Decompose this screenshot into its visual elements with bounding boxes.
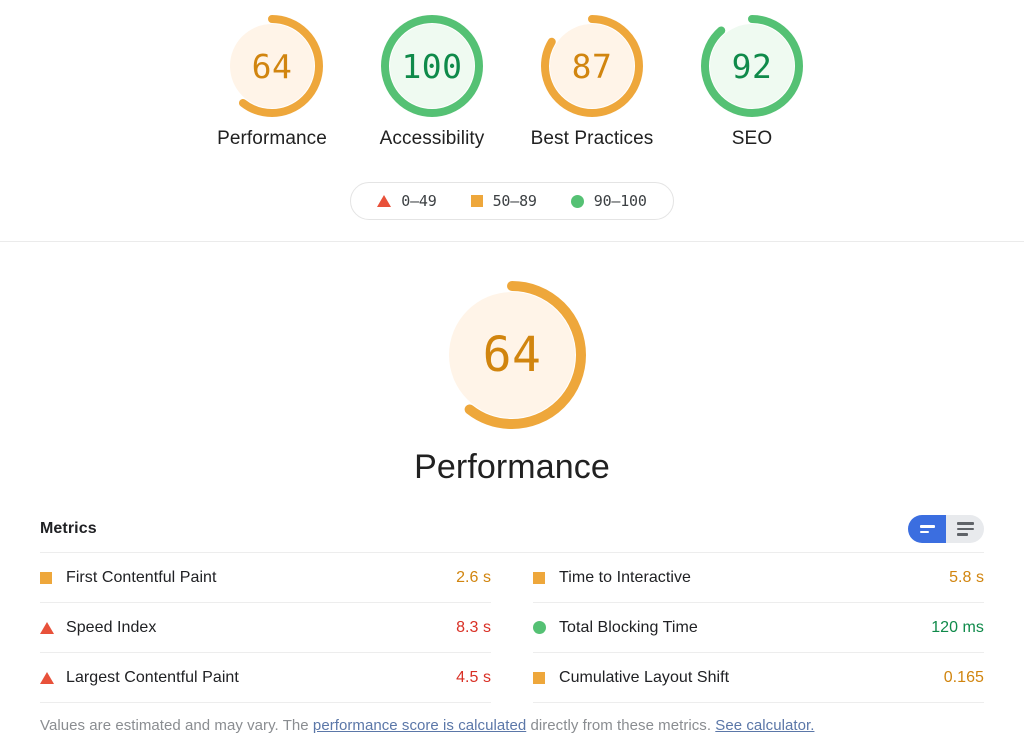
gauge-label: Accessibility <box>379 128 485 149</box>
metric-row[interactable]: Total Blocking Time 120 ms <box>533 603 984 653</box>
metrics-header: Metrics <box>40 515 984 552</box>
gauge-label: Best Practices <box>530 128 654 149</box>
metric-status-icon <box>40 571 66 584</box>
square-icon <box>40 571 52 584</box>
square-icon <box>470 195 483 207</box>
circle-icon <box>533 621 546 634</box>
gauge-ring: 92 <box>700 14 804 118</box>
performance-gauge-block: 64 Performance <box>0 280 1024 487</box>
metric-value: 2.6 s <box>456 568 491 586</box>
legend-range: 0–49 <box>401 192 437 210</box>
metric-row[interactable]: Time to Interactive 5.8 s <box>533 553 984 603</box>
metric-status-icon <box>533 671 559 684</box>
metrics-heading: Metrics <box>40 520 97 537</box>
performance-gauge-value: 64 <box>482 327 542 383</box>
gauge-score: 92 <box>731 46 773 86</box>
legend-item: 50–89 <box>470 192 537 210</box>
gauge-ring: 100 <box>380 14 484 118</box>
metric-row[interactable]: Speed Index 8.3 s <box>40 603 491 653</box>
metrics-column-right: Time to Interactive 5.8 s Total Blocking… <box>533 553 984 703</box>
toggle-detailed-view[interactable] <box>946 515 984 543</box>
score-gauge-performance[interactable]: 64 Performance <box>215 14 329 150</box>
gauge-score: 100 <box>401 46 463 86</box>
score-gauge-accessibility[interactable]: 100 Accessibility <box>375 14 489 150</box>
metric-value: 8.3 s <box>456 618 491 636</box>
metric-row[interactable]: Cumulative Layout Shift 0.165 <box>533 653 984 703</box>
gauge-label: SEO <box>731 128 773 149</box>
performance-score-link[interactable]: performance score is calculated <box>313 717 526 734</box>
metric-name: Time to Interactive <box>559 568 691 586</box>
circle-icon <box>570 194 584 208</box>
metric-row[interactable]: First Contentful Paint 2.6 s <box>40 553 491 603</box>
metric-value: 0.165 <box>943 668 984 686</box>
footnote-text-2: directly from these metrics. <box>526 717 716 734</box>
gauge-score: 64 <box>251 46 293 86</box>
metrics-footnote: Values are estimated and may vary. The p… <box>0 717 1024 734</box>
triangle-icon <box>40 621 54 634</box>
see-calculator-link[interactable]: See calculator. <box>715 717 814 734</box>
metric-name: Cumulative Layout Shift <box>559 668 730 686</box>
metric-status-icon <box>40 671 66 684</box>
metric-name: Speed Index <box>66 618 157 636</box>
triangle-icon <box>40 671 54 684</box>
gauge-score: 87 <box>571 46 613 86</box>
metrics-block: Metrics First Contentful Paint 2.6 s Spe… <box>0 515 1024 703</box>
detailed-view-icon <box>956 522 974 536</box>
performance-gauge: 64 <box>437 280 587 430</box>
metrics-column-left: First Contentful Paint 2.6 s Speed Index… <box>40 553 491 703</box>
metric-name: First Contentful Paint <box>66 568 217 586</box>
legend-item: 90–100 <box>570 192 647 210</box>
gauge-ring: 64 <box>220 14 324 118</box>
legend-item: 0–49 <box>377 192 437 210</box>
score-legend-row: 0–49 50–89 90–100 <box>0 182 1024 220</box>
score-summary-section: 64 Performance 100 Accessibility 87 Best… <box>0 0 1024 242</box>
gauge-ring: 87 <box>540 14 644 118</box>
metric-status-icon <box>533 621 559 634</box>
footnote-text-1: Values are estimated and may vary. The <box>40 717 313 734</box>
metric-value: 120 ms <box>931 618 984 636</box>
performance-detail-section: 64 Performance Metrics First Contentful … <box>0 242 1024 734</box>
score-gauge-seo[interactable]: 92 SEO <box>695 14 809 150</box>
metrics-columns: First Contentful Paint 2.6 s Speed Index… <box>40 552 984 703</box>
toggle-simple-view[interactable] <box>908 515 946 543</box>
simple-view-icon <box>919 525 935 533</box>
score-gauges-row: 64 Performance 100 Accessibility 87 Best… <box>0 14 1024 150</box>
legend-range: 50–89 <box>492 192 537 210</box>
metric-value: 5.8 s <box>949 568 984 586</box>
square-icon <box>533 571 545 584</box>
metrics-view-toggle[interactable] <box>908 515 984 543</box>
metric-status-icon <box>533 571 559 584</box>
gauge-label: Performance <box>217 128 327 149</box>
metric-row[interactable]: Largest Contentful Paint 4.5 s <box>40 653 491 703</box>
metric-name: Total Blocking Time <box>559 618 698 636</box>
score-legend: 0–49 50–89 90–100 <box>350 182 674 220</box>
legend-range: 90–100 <box>593 192 647 210</box>
square-icon <box>533 671 545 684</box>
metric-value: 4.5 s <box>456 668 491 686</box>
performance-title: Performance <box>414 448 610 486</box>
score-gauge-best-practices[interactable]: 87 Best Practices <box>531 14 653 150</box>
triangle-icon <box>377 195 392 207</box>
metric-status-icon <box>40 621 66 634</box>
metric-name: Largest Contentful Paint <box>66 668 239 686</box>
